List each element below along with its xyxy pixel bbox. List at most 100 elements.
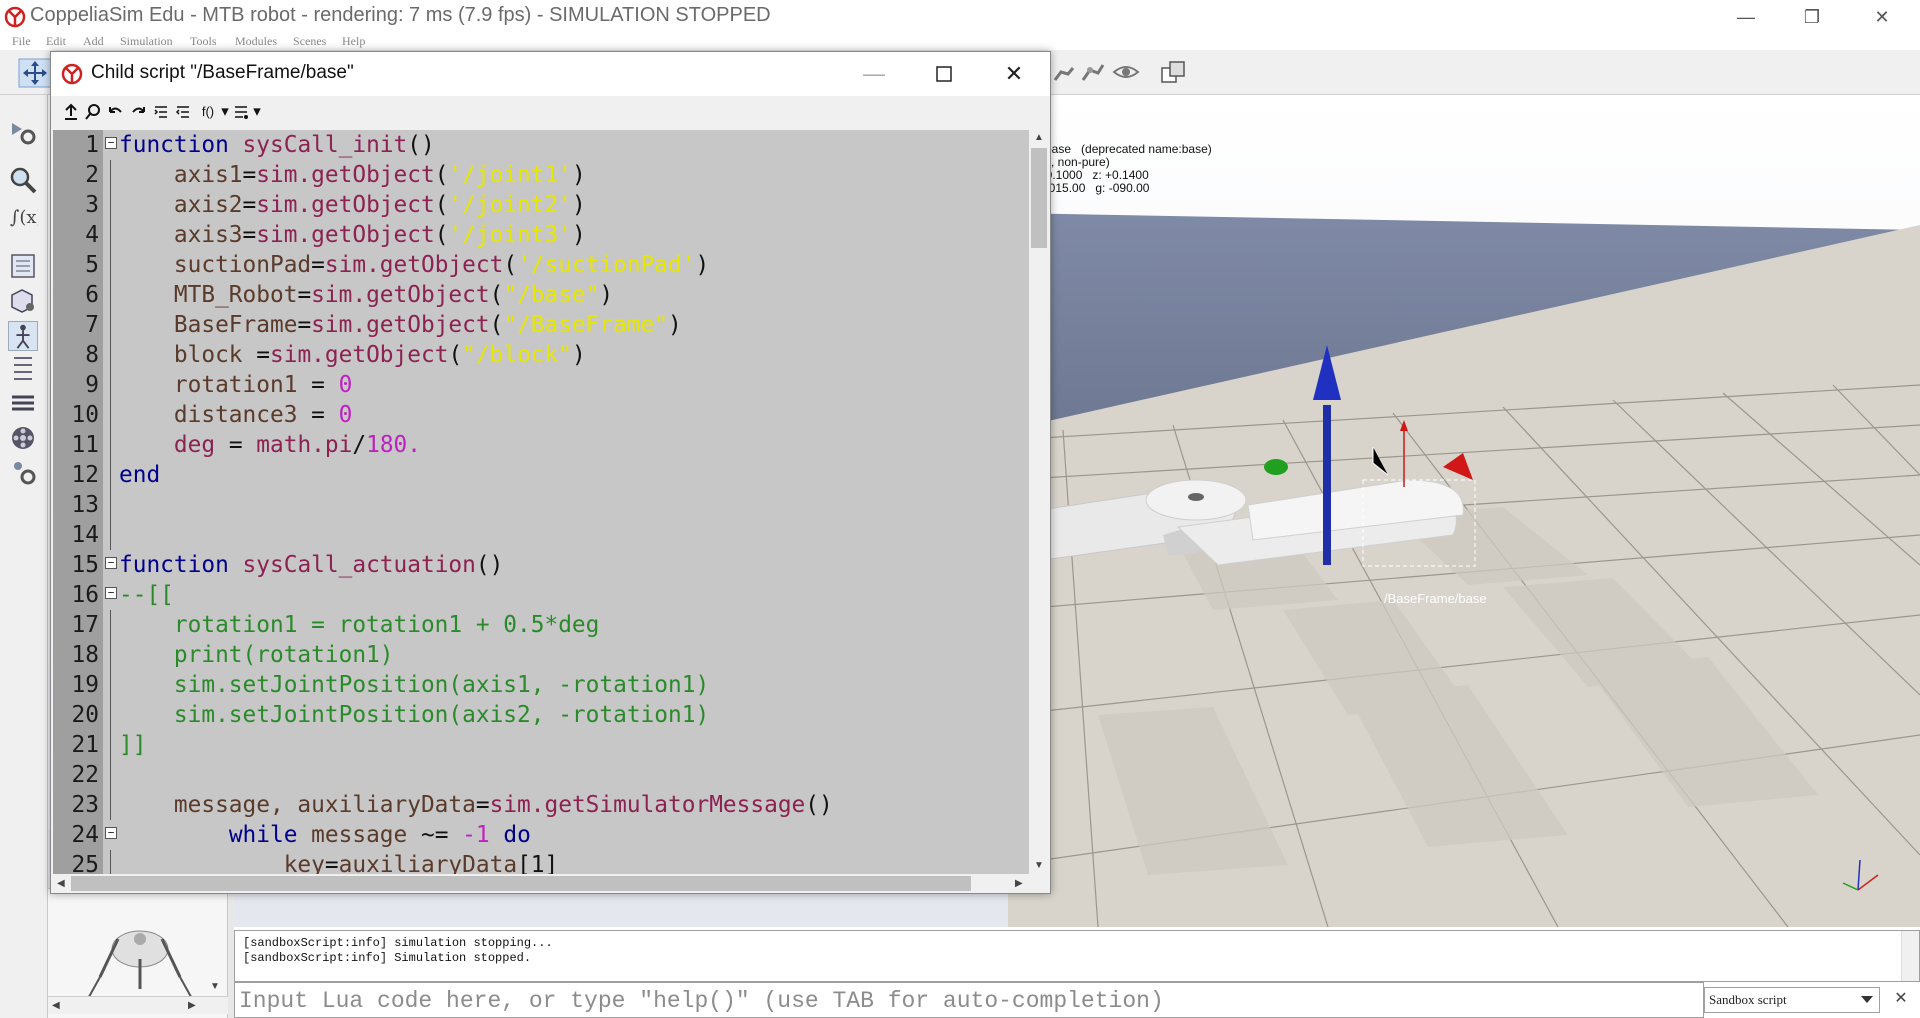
code-line[interactable]: 25 key=auxiliaryData[1] — [53, 850, 1029, 874]
code-line[interactable]: 8 block =sim.getObject("/block") — [53, 340, 1029, 370]
menu-scenes[interactable]: Scenes — [293, 34, 326, 49]
line-number: 23 — [71, 792, 99, 818]
code-line[interactable]: 23 message, auxiliaryData=sim.getSimulat… — [53, 790, 1029, 820]
path-planning-icon[interactable] — [1080, 60, 1106, 84]
film-reel-icon[interactable] — [8, 423, 38, 453]
scene-hierarchy-icon[interactable] — [8, 251, 38, 281]
close-button[interactable]: ✕ — [1852, 0, 1912, 34]
code-line[interactable]: 19 sim.setJointPosition(axis1, -rotation… — [53, 670, 1029, 700]
code-token: 0 — [338, 402, 353, 428]
undo-icon[interactable] — [107, 102, 123, 122]
upload-icon[interactable] — [63, 102, 79, 122]
line-number: 9 — [85, 372, 99, 398]
menu-tools[interactable]: Tools — [190, 34, 217, 49]
list-tree-icon[interactable] — [8, 353, 38, 383]
fold-guide — [110, 700, 111, 730]
minimize-button[interactable]: — — [1716, 0, 1776, 34]
code-token: end — [119, 462, 161, 488]
function-list-button[interactable]: f() — [197, 102, 219, 122]
scroll-left-icon[interactable]: ◀ — [52, 1000, 60, 1011]
code-line[interactable]: 1− function sysCall_init() — [53, 130, 1029, 160]
code-line[interactable]: 17 rotation1 = rotation1 + 0.5*deg — [53, 610, 1029, 640]
redo-icon[interactable] — [131, 102, 147, 122]
code-line[interactable]: 15− function sysCall_actuation() — [53, 550, 1029, 580]
move-view-icon[interactable] — [18, 58, 52, 88]
robot-arm-icon[interactable] — [1052, 60, 1076, 84]
fold-toggle-icon[interactable]: − — [105, 557, 117, 569]
code-token: sysCall_actuation — [242, 552, 476, 578]
restore-button[interactable]: ❐ — [1782, 0, 1842, 34]
menu-modules[interactable]: Modules — [235, 34, 277, 49]
menu-edit[interactable]: Edit — [46, 34, 66, 49]
scroll-down-icon[interactable]: ▼ — [1034, 860, 1044, 871]
editor-horizontal-scrollbar[interactable]: ◀ ▶ — [53, 874, 1029, 893]
simulation-settings-icon[interactable] — [8, 117, 38, 147]
code-line[interactable]: 4 axis3=sim.getObject('/joint3') — [53, 220, 1029, 250]
code-line[interactable]: 11 deg = math.pi/180. — [53, 430, 1029, 460]
find-icon[interactable] — [85, 102, 101, 122]
stack-layers-icon[interactable] — [8, 387, 38, 417]
editor-close-button[interactable]: ✕ — [979, 52, 1049, 96]
console-close-button[interactable]: ✕ — [1888, 988, 1914, 1012]
scroll-right-icon[interactable]: ▶ — [1015, 878, 1023, 889]
robot-model-icon[interactable] — [8, 321, 38, 351]
editor-vertical-scrollbar[interactable]: ▲ ▼ — [1029, 130, 1049, 874]
editor-maximize-button[interactable] — [909, 52, 979, 96]
menu-add[interactable]: Add — [83, 34, 104, 49]
user-settings-icon[interactable] — [8, 457, 38, 487]
function-list-dropdown-icon[interactable]: ▾ — [219, 102, 231, 122]
scrollbar-thumb[interactable] — [71, 876, 971, 891]
model-browser-icon[interactable] — [8, 285, 38, 315]
code-line[interactable]: 12 end — [53, 460, 1029, 490]
fold-toggle-icon[interactable]: − — [105, 587, 117, 599]
code-line[interactable]: 5 suctionPad=sim.getObject('/suctionPad'… — [53, 250, 1029, 280]
line-number: 4 — [85, 222, 99, 248]
fold-toggle-icon[interactable]: − — [105, 137, 117, 149]
code-line[interactable]: 10 distance3 = 0 — [53, 400, 1029, 430]
code-line[interactable]: 20 sim.setJointPosition(axis2, -rotation… — [53, 700, 1029, 730]
model-browser-hscroll[interactable]: ◀ ▶ — [48, 996, 228, 1014]
indent-icon[interactable] — [153, 102, 169, 122]
scroll-down-icon[interactable]: ▼ — [210, 981, 220, 992]
menu-help[interactable]: Help — [342, 34, 365, 49]
lua-command-input[interactable]: Input Lua code here, or type "help()" (u… — [234, 982, 1704, 1018]
script-sandbox-select[interactable]: Sandbox script — [1704, 987, 1880, 1013]
console-scrollbar[interactable] — [1901, 931, 1919, 981]
code-line[interactable]: 18 print(rotation1) — [53, 640, 1029, 670]
code-line[interactable]: 3 axis2=sim.getObject('/joint2') — [53, 190, 1029, 220]
fold-toggle-icon[interactable]: − — [105, 827, 117, 839]
snippets-dropdown-icon[interactable]: ▾ — [251, 102, 263, 122]
eye-visibility-icon[interactable] — [1112, 62, 1140, 82]
code-line[interactable]: 7 BaseFrame=sim.getObject("/BaseFrame") — [53, 310, 1029, 340]
layers-icon[interactable] — [1160, 60, 1188, 86]
menu-simulation[interactable]: Simulation — [120, 34, 173, 49]
snippets-icon[interactable] — [233, 102, 249, 122]
maximize-icon — [936, 66, 952, 82]
code-line[interactable]: 13 — [53, 490, 1029, 520]
code-line[interactable]: 6 MTB_Robot=sim.getObject("/base") — [53, 280, 1029, 310]
editor-minimize-button[interactable]: — — [839, 52, 909, 96]
code-line[interactable]: 14 — [53, 520, 1029, 550]
code-line[interactable]: 2 axis1=sim.getObject('/joint1') — [53, 160, 1029, 190]
code-token: sim.getObject — [256, 192, 435, 218]
scrollbar-thumb[interactable] — [1031, 148, 1047, 248]
code-line[interactable]: 16− --[[ — [53, 580, 1029, 610]
code-line[interactable]: 21]] — [53, 730, 1029, 760]
scroll-right-icon[interactable]: ▶ — [188, 1000, 196, 1011]
code-line[interactable]: 24− while message ~= -1 do — [53, 820, 1029, 850]
scroll-up-icon[interactable]: ▲ — [1034, 132, 1044, 143]
search-icon[interactable] — [8, 165, 38, 195]
editor-titlebar[interactable]: Child script "/BaseFrame/base" — ✕ — [51, 52, 1050, 96]
coppeliasim-logo-icon — [61, 63, 83, 85]
svg-text:∫(x): ∫(x) — [10, 207, 38, 228]
unindent-icon[interactable] — [175, 102, 191, 122]
code-line[interactable]: 9 rotation1 = 0 — [53, 370, 1029, 400]
code-line[interactable]: 22 — [53, 760, 1029, 790]
code-editor[interactable]: 1− function sysCall_init() 2 axis1=sim.get… — [53, 130, 1029, 874]
scroll-left-icon[interactable]: ◀ — [57, 878, 65, 889]
function-fx-icon[interactable]: ∫(x) — [8, 201, 38, 231]
menu-file[interactable]: File — [12, 34, 31, 49]
